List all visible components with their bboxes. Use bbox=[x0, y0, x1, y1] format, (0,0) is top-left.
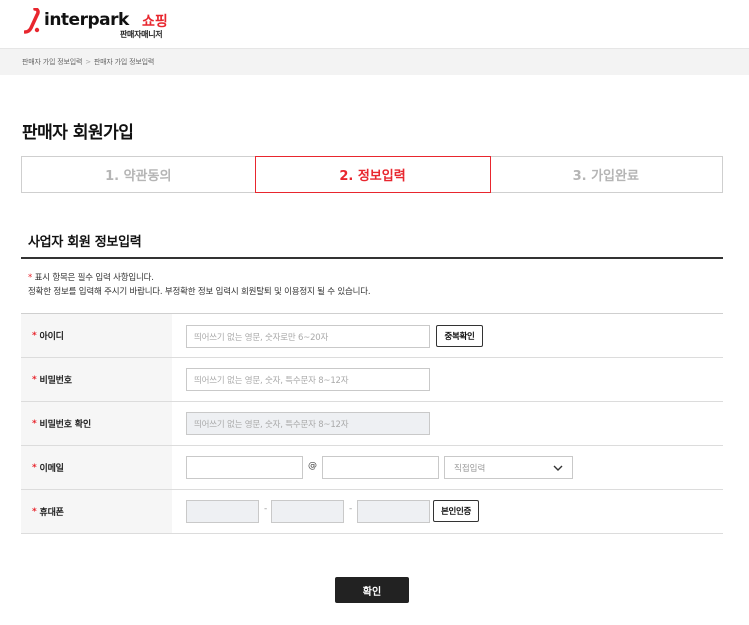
check-duplicate-button[interactable]: 중복확인 bbox=[436, 325, 483, 347]
email-label-text: 이메일 bbox=[39, 464, 64, 474]
required-star: * bbox=[28, 273, 33, 283]
confirm-button[interactable]: 확인 bbox=[335, 577, 409, 603]
phone-label: * 휴대폰 bbox=[21, 490, 172, 533]
notice-line-2: 정확한 정보를 입력해 주시기 바랍니다. 부정확한 정보 입력시 회원탈퇴 및… bbox=[28, 287, 371, 297]
logo-shop-text: 쇼핑 bbox=[142, 14, 168, 30]
phone-label-text: 휴대폰 bbox=[39, 508, 64, 518]
step-info-input: 2. 정보입력 bbox=[254, 156, 491, 193]
signup-form: * 아이디 띄어쓰기 없는 영문, 숫자로만 6~20자 중복확인 * 비밀번호 띄… bbox=[21, 313, 723, 534]
form-row-phone: * 휴대폰 - - 본인인증 bbox=[21, 490, 723, 534]
required-notice: * 표시 항목은 필수 입력 사항입니다. 정확한 정보를 입력해 주시기 바랍… bbox=[28, 271, 371, 299]
email-label: * 이메일 bbox=[21, 446, 172, 489]
password-confirm-input[interactable]: 띄어쓰기 없는 영문, 숫자, 특수문자 8~12자 bbox=[186, 412, 430, 435]
required-star: * bbox=[32, 418, 37, 429]
form-row-email: * 이메일 @ 직접입력 bbox=[21, 446, 723, 490]
step-indicator: 1. 약관동의 2. 정보입력 3. 가입완료 bbox=[21, 156, 723, 193]
header: interpark 쇼핑 판매자매니저 bbox=[0, 0, 749, 48]
step-agreement: 1. 약관동의 bbox=[21, 156, 256, 193]
password-label: * 비밀번호 bbox=[21, 358, 172, 401]
id-label: * 아이디 bbox=[21, 314, 172, 357]
password-confirm-label: * 비밀번호 확인 bbox=[21, 402, 172, 445]
section-title: 사업자 회원 정보입력 bbox=[28, 235, 142, 250]
interpark-logo[interactable]: interpark 쇼핑 판매자매니저 bbox=[24, 8, 224, 40]
required-star: * bbox=[32, 462, 37, 473]
email-id-input[interactable] bbox=[186, 456, 303, 479]
phone-first-input[interactable] bbox=[186, 500, 259, 523]
phone-middle-input[interactable] bbox=[271, 500, 344, 523]
required-star: * bbox=[32, 330, 37, 341]
id-label-text: 아이디 bbox=[39, 332, 64, 342]
breadcrumb: 판매자 가입 정보입력 > 판매자 가입 정보입력 bbox=[22, 57, 154, 67]
interpark-logo-mark-icon bbox=[24, 8, 40, 34]
form-row-id: * 아이디 띄어쓰기 없는 영문, 숫자로만 6~20자 중복확인 bbox=[21, 314, 723, 358]
email-domain-select-value: 직접입력 bbox=[454, 463, 486, 474]
email-domain-select[interactable]: 직접입력 bbox=[444, 456, 573, 479]
breadcrumb-separator-icon: > bbox=[85, 58, 91, 66]
form-row-password: * 비밀번호 띄어쓰기 없는 영문, 숫자, 특수문자 8~12자 bbox=[21, 358, 723, 402]
id-field-cell: 띄어쓰기 없는 영문, 숫자로만 6~20자 중복확인 bbox=[172, 314, 723, 357]
step-complete: 3. 가입완료 bbox=[489, 156, 723, 193]
phone-dash: - bbox=[349, 504, 353, 514]
id-input[interactable]: 띄어쓰기 없는 영문, 숫자로만 6~20자 bbox=[186, 325, 430, 348]
password-field-cell: 띄어쓰기 없는 영문, 숫자, 특수문자 8~12자 bbox=[172, 358, 723, 401]
required-star: * bbox=[32, 506, 37, 517]
password-input[interactable]: 띄어쓰기 없는 영문, 숫자, 특수문자 8~12자 bbox=[186, 368, 430, 391]
password-confirm-field-cell: 띄어쓰기 없는 영문, 숫자, 특수문자 8~12자 bbox=[172, 402, 723, 445]
email-domain-input[interactable] bbox=[322, 456, 439, 479]
phone-last-input[interactable] bbox=[357, 500, 430, 523]
logo-text: interpark bbox=[44, 10, 129, 30]
breadcrumb-bar: 판매자 가입 정보입력 > 판매자 가입 정보입력 bbox=[0, 48, 749, 75]
form-row-password-confirm: * 비밀번호 확인 띄어쓰기 없는 영문, 숫자, 특수문자 8~12자 bbox=[21, 402, 723, 446]
email-at-sign: @ bbox=[308, 461, 317, 471]
phone-dash: - bbox=[264, 504, 268, 514]
page-title: 판매자 회원가입 bbox=[22, 123, 134, 143]
email-field-cell: @ 직접입력 bbox=[172, 446, 723, 489]
breadcrumb-item[interactable]: 판매자 가입 정보입력 bbox=[22, 58, 82, 66]
password-label-text: 비밀번호 bbox=[39, 376, 73, 386]
notice-line-1: 표시 항목은 필수 입력 사항입니다. bbox=[34, 273, 154, 283]
breadcrumb-item[interactable]: 판매자 가입 정보입력 bbox=[94, 58, 154, 66]
phone-field-cell: - - 본인인증 bbox=[172, 490, 723, 533]
section-divider bbox=[21, 257, 723, 259]
password-confirm-label-text: 비밀번호 확인 bbox=[39, 420, 92, 430]
required-star: * bbox=[32, 374, 37, 385]
logo-subtitle: 판매자매니저 bbox=[120, 30, 163, 39]
chevron-down-icon bbox=[553, 465, 563, 471]
identity-verify-button[interactable]: 본인인증 bbox=[433, 500, 479, 522]
